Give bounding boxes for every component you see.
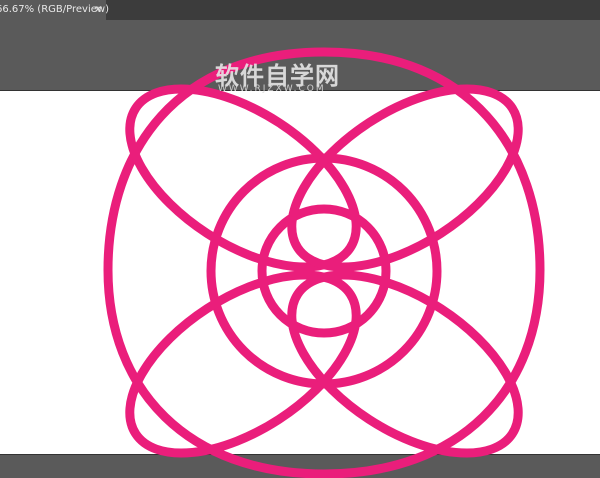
inner-circle[interactable] bbox=[257, 204, 391, 338]
middle-circle[interactable] bbox=[206, 153, 442, 389]
watermark-url: WWW.RJZXW.COM bbox=[218, 84, 326, 94]
